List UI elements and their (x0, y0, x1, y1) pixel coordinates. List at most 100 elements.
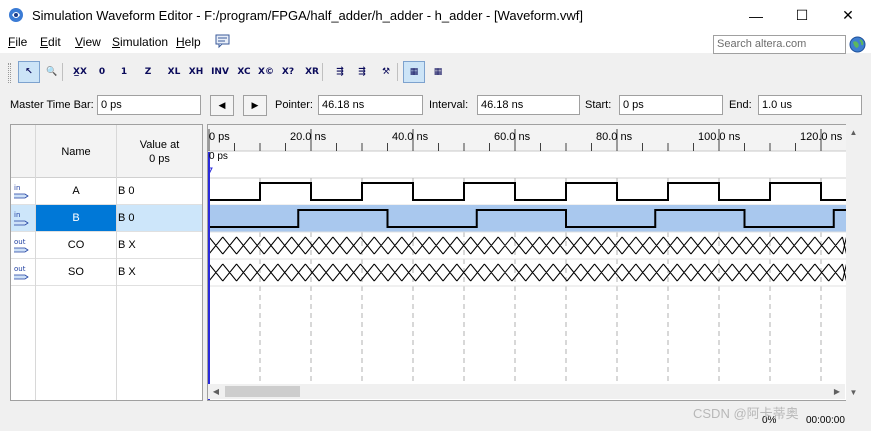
value-header-line1: Value at (139, 138, 180, 151)
run-functional-simulation-icon[interactable]: ⇶ (329, 61, 351, 83)
ruler-tick-label: 80.0 ns (596, 131, 633, 143)
waveform-A[interactable] (209, 182, 847, 201)
waveform-panel[interactable]: 0 ps 20.0 ns 40.0 ns 60.0 ns 80.0 ns 100.0 ns… (207, 124, 861, 401)
prev-transition-button[interactable]: ◀ (210, 95, 234, 116)
signal-name[interactable]: SO (36, 259, 116, 285)
ruler-tick-label: 120.0 ns (800, 131, 843, 143)
status-elapsed-time: 00:00:00 (806, 415, 845, 426)
master-time-bar-label: Master Time Bar: (10, 99, 94, 111)
horizontal-scroll-thumb[interactable] (225, 386, 300, 397)
signal-row[interactable]: out CO B X (11, 232, 202, 259)
vertical-scrollbar[interactable]: ▲ ▼ (846, 124, 861, 401)
signal-name[interactable]: CO (36, 232, 116, 258)
invert-icon[interactable]: INV (209, 61, 231, 83)
output-pin-icon: out (14, 238, 29, 253)
signal-name[interactable]: A (36, 178, 116, 204)
ruler-tick-label: 0 ps (209, 131, 230, 143)
pointer-label: Pointer: (275, 99, 313, 111)
forcing-low-icon[interactable]: 0 (91, 61, 113, 83)
output-pin-icon: out (14, 265, 29, 280)
end-label: End: (729, 99, 752, 111)
zoom-tool-icon[interactable]: 🔍 (41, 61, 63, 83)
input-pin-icon: in (14, 211, 29, 226)
master-time-cursor-label: 0 ps (209, 151, 228, 162)
signal-row[interactable]: in A B 0 (11, 178, 202, 205)
pin-direction-text: in (14, 184, 20, 192)
waveform-CO[interactable] (208, 236, 847, 255)
weak-low-icon[interactable]: XL (163, 61, 185, 83)
menu-file[interactable]: File (8, 35, 27, 49)
arbitrary-value-icon[interactable]: X? (277, 61, 299, 83)
interval-field: 46.18 ns (477, 95, 580, 115)
menu-help[interactable]: Help (176, 35, 201, 49)
selection-tool-icon[interactable]: ↖ (18, 61, 40, 83)
forcing-unknown-icon[interactable]: X̲X (69, 61, 91, 83)
toolbar-separator (62, 63, 63, 81)
horizontal-scrollbar[interactable]: ◀ ▶ (208, 384, 845, 399)
scroll-right-arrow-icon[interactable]: ▶ (831, 384, 843, 399)
maximize-button[interactable]: ☐ (779, 0, 825, 31)
snap-to-grid-icon[interactable]: ▦ (403, 61, 425, 83)
pointer-field: 46.18 ns (318, 95, 423, 115)
pin-direction-text: out (14, 238, 26, 246)
menu-edit[interactable]: Edit (40, 35, 61, 49)
ruler-tick-label: 20.0 ns (290, 131, 327, 143)
time-bar: Master Time Bar: 0 ps ◀ ▶ Pointer: 46.18… (0, 93, 871, 118)
scroll-up-arrow-icon[interactable]: ▲ (846, 126, 861, 138)
signal-table: Name Value at 0 ps in A B 0 in B B 0 out CO B Xo… (10, 124, 203, 401)
scroll-down-arrow-icon[interactable]: ▼ (846, 386, 861, 398)
count-value-icon[interactable]: XC (233, 61, 255, 83)
signal-name[interactable]: B (36, 205, 116, 231)
feedback-icon[interactable] (214, 33, 232, 49)
menu-simulation[interactable]: Simulation (112, 35, 168, 49)
next-transition-button[interactable]: ▶ (243, 95, 267, 116)
column-divider (35, 125, 36, 400)
value-column-header[interactable]: Value at 0 ps (116, 125, 202, 178)
master-time-bar-field[interactable]: 0 ps (97, 95, 201, 115)
name-column-header[interactable]: Name (36, 125, 116, 178)
high-impedance-icon[interactable]: Z (137, 61, 159, 83)
watermark-text: CSDN @阿卡蒂奥 (693, 406, 799, 421)
scroll-left-arrow-icon[interactable]: ◀ (210, 384, 222, 399)
globe-icon[interactable] (849, 36, 866, 53)
end-field: 1.0 us (758, 95, 862, 115)
column-divider (116, 125, 117, 400)
ruler-tick-label: 100.0 ns (698, 131, 741, 143)
ruler-tick-label: 60.0 ns (494, 131, 531, 143)
random-value-icon[interactable]: XR (301, 61, 323, 83)
toolbar-separator (397, 63, 398, 81)
window-title: Simulation Waveform Editor - F:/program/… (32, 8, 584, 23)
start-field: 0 ps (619, 95, 723, 115)
waveform-SO[interactable] (208, 263, 847, 282)
signal-value: B X (118, 266, 136, 278)
grid-icon[interactable]: ▦ (427, 61, 449, 83)
interval-label: Interval: (429, 99, 469, 111)
minimize-button[interactable]: — (733, 0, 779, 31)
pin-direction-text: in (14, 211, 20, 219)
generate-netlist-icon[interactable]: ⚒ (375, 61, 397, 83)
value-header-line2: 0 ps (149, 152, 170, 165)
signal-row[interactable]: in B B 0 (11, 205, 202, 232)
signal-value: B 0 (118, 185, 135, 197)
menu-view[interactable]: View (75, 35, 101, 49)
signal-table-header: Name Value at 0 ps (11, 125, 202, 178)
toolbar-separator (322, 63, 323, 81)
toolbar: ↖ 🔍 X̲X 0 1 Z XL XH INV XC X© X? XR ⇶ ⇶ ⚒ ▦ ▦ (0, 57, 871, 87)
signal-row[interactable]: out SO B X (11, 259, 202, 286)
signal-value: B X (118, 239, 136, 251)
run-timing-simulation-icon[interactable]: ⇶ (351, 61, 373, 83)
ruler-tick-label: 40.0 ns (392, 131, 429, 143)
forcing-high-icon[interactable]: 1 (113, 61, 135, 83)
start-label: Start: (585, 99, 612, 111)
quartus-app-icon (9, 8, 23, 22)
waveform-canvas[interactable] (208, 125, 860, 400)
clock-value-icon[interactable]: X© (255, 61, 277, 83)
signal-value: B 0 (118, 212, 135, 224)
close-button[interactable]: ✕ (825, 0, 871, 31)
input-pin-icon: in (14, 184, 29, 199)
toolbar-grip (8, 63, 11, 83)
title-bar: Simulation Waveform Editor - F:/program/… (0, 0, 871, 31)
pin-direction-text: out (14, 265, 26, 273)
search-input[interactable]: Search altera.com (713, 35, 846, 54)
weak-high-icon[interactable]: XH (185, 61, 207, 83)
